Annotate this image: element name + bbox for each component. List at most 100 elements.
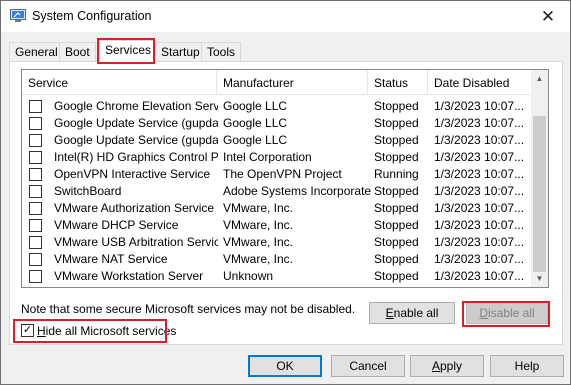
disable-all-button[interactable]: Disable all: [466, 302, 548, 324]
table-row[interactable]: Intel(R) HD Graphics Control Pa... Intel …: [22, 149, 530, 166]
table-row[interactable]: Google Update Service (gupdatem) Google L…: [22, 132, 530, 149]
status-cell: Stopped: [374, 235, 419, 249]
manufacturer-cell: VMware, Inc.: [223, 218, 294, 232]
tab-startup[interactable]: Startup: [155, 42, 206, 61]
hide-microsoft-services-label[interactable]: Hide all Microsoft services: [37, 324, 176, 338]
tab-general[interactable]: General: [9, 42, 64, 61]
status-cell: Stopped: [374, 133, 419, 147]
table-row[interactable]: SwitchBoard Adobe Systems Incorporated Sto…: [22, 183, 530, 200]
service-name-cell: Google Update Service (gupdatem): [54, 133, 218, 147]
status-cell: Stopped: [374, 218, 419, 232]
manufacturer-cell: VMware, Inc.: [223, 235, 294, 249]
column-header-manufacturer[interactable]: Manufacturer: [217, 70, 368, 95]
service-checkbox[interactable]: [29, 270, 42, 283]
apply-accel: A: [431, 359, 440, 373]
manufacturer-cell: Intel Corporation: [223, 150, 312, 164]
date-disabled-cell: 1/3/2023 10:07...: [434, 252, 525, 266]
date-disabled-cell: 1/3/2023 10:07...: [434, 99, 525, 113]
status-cell: Stopped: [374, 269, 419, 283]
services-panel: Service Manufacturer Status Date Disable…: [9, 61, 563, 345]
column-header-service[interactable]: Service: [22, 70, 217, 95]
column-header-date-disabled[interactable]: Date Disabled: [428, 70, 530, 95]
service-checkbox[interactable]: [29, 117, 42, 130]
column-header-status[interactable]: Status: [368, 70, 428, 95]
ok-button[interactable]: OK: [248, 355, 322, 377]
enable-all-button[interactable]: Enable all: [369, 302, 455, 324]
scroll-down-icon[interactable]: ▼: [531, 270, 548, 287]
manufacturer-cell: Google LLC: [223, 116, 288, 130]
date-disabled-cell: 1/3/2023 10:07...: [434, 201, 525, 215]
service-checkbox[interactable]: [29, 151, 42, 164]
status-cell: Stopped: [374, 150, 419, 164]
service-checkbox[interactable]: [29, 202, 42, 215]
tab-services[interactable]: Services: [99, 40, 155, 62]
services-list[interactable]: Service Manufacturer Status Date Disable…: [21, 69, 549, 288]
service-name-cell: VMware USB Arbitration Service: [54, 235, 218, 249]
manufacturer-cell: VMware, Inc.: [223, 252, 294, 266]
disable-all-accel: D: [479, 306, 488, 320]
table-row[interactable]: VMware Workstation Server Unknown Stopped 1…: [22, 268, 530, 285]
dialog-button-bar: OK Cancel Apply Help: [1, 346, 570, 384]
service-checkbox[interactable]: [29, 219, 42, 232]
service-name-cell: Intel(R) HD Graphics Control Pa...: [54, 150, 218, 164]
title-bar: System Configuration ✕: [1, 1, 570, 32]
table-row[interactable]: VMware USB Arbitration Service VMware, In…: [22, 234, 530, 251]
hide-ms-accel: H: [37, 324, 46, 338]
date-disabled-cell: 1/3/2023 10:07...: [434, 184, 525, 198]
status-cell: Running: [374, 167, 419, 181]
status-cell: Stopped: [374, 184, 419, 198]
service-checkbox[interactable]: [29, 185, 42, 198]
disable-all-label: isable all: [487, 306, 535, 320]
status-cell: Stopped: [374, 252, 419, 266]
enable-all-label: nable all: [393, 306, 439, 320]
cancel-button[interactable]: Cancel: [331, 355, 405, 377]
system-configuration-window: System Configuration ✕ General Boot Serv…: [0, 0, 571, 385]
list-body: Google Chrome Elevation Servic... Google …: [22, 98, 530, 285]
status-cell: Stopped: [374, 201, 419, 215]
tab-tools[interactable]: Tools: [201, 42, 242, 61]
date-disabled-cell: 1/3/2023 10:07...: [434, 218, 525, 232]
apply-label: pply: [440, 359, 463, 373]
apply-button[interactable]: Apply: [410, 355, 484, 377]
manufacturer-cell: Google LLC: [223, 133, 288, 147]
service-checkbox[interactable]: [29, 100, 42, 113]
table-row[interactable]: Google Update Service (gupdate) Google LL…: [22, 115, 530, 132]
table-row[interactable]: VMware NAT Service VMware, Inc. Stopped 1/3…: [22, 251, 530, 268]
service-checkbox[interactable]: [29, 236, 42, 249]
hide-microsoft-services-checkbox[interactable]: ✓: [21, 324, 34, 337]
window-title: System Configuration: [32, 9, 152, 23]
table-row[interactable]: Google Chrome Elevation Servic... Google …: [22, 98, 530, 115]
date-disabled-cell: 1/3/2023 10:07...: [434, 116, 525, 130]
manufacturer-cell: VMware, Inc.: [223, 201, 294, 215]
hide-ms-label-rest: ide all Microsoft services: [45, 324, 177, 338]
service-name-cell: VMware NAT Service: [54, 252, 168, 266]
service-name-cell: VMware Workstation Server: [54, 269, 204, 283]
help-button[interactable]: Help: [490, 355, 564, 377]
service-checkbox[interactable]: [29, 168, 42, 181]
manufacturer-cell: The OpenVPN Project: [223, 167, 342, 181]
vertical-scrollbar[interactable]: ▲ ▼: [531, 70, 548, 287]
date-disabled-cell: 1/3/2023 10:07...: [434, 150, 525, 164]
date-disabled-cell: 1/3/2023 10:07...: [434, 235, 525, 249]
enable-all-accel: E: [385, 306, 394, 320]
scroll-up-icon[interactable]: ▲: [531, 70, 548, 87]
table-row[interactable]: VMware DHCP Service VMware, Inc. Stopped 1/…: [22, 217, 530, 234]
service-name-cell: Google Update Service (gupdate): [54, 116, 218, 130]
service-name-cell: Google Chrome Elevation Servic...: [54, 99, 218, 113]
scrollbar-thumb[interactable]: [533, 116, 546, 272]
table-row[interactable]: OpenVPN Interactive Service The OpenVPN P…: [22, 166, 530, 183]
manufacturer-cell: Unknown: [223, 269, 274, 283]
list-header: Service Manufacturer Status Date Disable…: [22, 70, 530, 95]
msconfig-app-icon: [10, 9, 26, 22]
close-icon[interactable]: ✕: [526, 1, 570, 32]
status-cell: Stopped: [374, 99, 419, 113]
service-name-cell: VMware DHCP Service: [54, 218, 179, 232]
tab-boot[interactable]: Boot: [59, 42, 96, 61]
service-checkbox[interactable]: [29, 134, 42, 147]
service-checkbox[interactable]: [29, 253, 42, 266]
service-name-cell: VMware Authorization Service: [54, 201, 215, 215]
table-row[interactable]: VMware Authorization Service VMware, Inc.…: [22, 200, 530, 217]
status-cell: Stopped: [374, 116, 419, 130]
date-disabled-cell: 1/3/2023 10:07...: [434, 167, 525, 181]
manufacturer-cell: Google LLC: [223, 99, 288, 113]
